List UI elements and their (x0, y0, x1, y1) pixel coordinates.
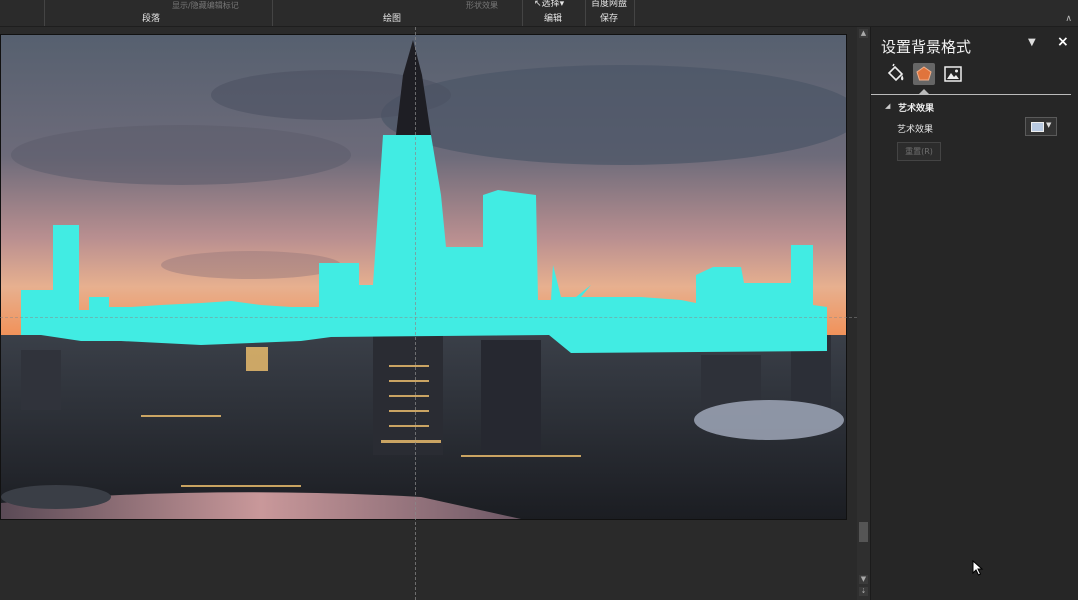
horizontal-guide (0, 317, 857, 318)
group-label-drawing: 绘图 (383, 14, 402, 24)
chevron-down-icon[interactable]: ▼ (1028, 37, 1036, 48)
plaza (1, 485, 111, 509)
select-button[interactable]: ↖选择▾ (534, 0, 564, 9)
group-divider (585, 0, 586, 26)
ribbon: 显示/隐藏编辑标记 形状效果 ↖选择▾ 百度网盘 段落 绘图 编辑 保存 ∧ (0, 0, 1078, 27)
cloud (11, 125, 351, 185)
tab-divider (871, 94, 1071, 95)
scroll-up-icon[interactable]: ▲ (859, 29, 868, 38)
collapse-ribbon-icon[interactable]: ∧ (1065, 14, 1072, 24)
stadium (694, 400, 844, 440)
art-effects-label: 艺术效果 (897, 125, 934, 135)
vertical-scrollbar[interactable]: ▲ ▼ ⇣ (857, 27, 870, 600)
building (481, 340, 541, 450)
group-divider (44, 0, 45, 26)
art-effect-preview-icon (1031, 122, 1044, 132)
scroll-down-icon[interactable]: ▼ (859, 575, 868, 584)
group-divider (634, 0, 635, 26)
collapse-caret-icon[interactable]: ◢ (885, 102, 890, 110)
art-effects-dropdown[interactable]: ▼ (1025, 117, 1057, 136)
show-hide-marks-button[interactable]: 显示/隐藏编辑标记 (172, 0, 239, 11)
pentagon-icon[interactable] (913, 63, 935, 85)
format-background-panel: 设置背景格式 ▼ × ◢ 艺术效果 艺术效果 ▼ 重置(R) (870, 27, 1078, 600)
cloud (161, 251, 341, 279)
close-icon[interactable]: × (1057, 34, 1069, 50)
group-label-editing: 编辑 (544, 14, 563, 24)
chevron-down-icon: ▼ (1046, 121, 1052, 129)
reset-button[interactable]: 重置(R) (897, 142, 941, 161)
cloud (381, 65, 846, 165)
slide-canvas[interactable] (0, 27, 857, 600)
scrollbar-thumb[interactable] (859, 522, 868, 542)
group-label-save: 保存 (600, 14, 619, 24)
paint-bucket-icon[interactable] (885, 63, 907, 85)
background-photo (1, 35, 846, 519)
shape-effects-button[interactable]: 形状效果 (466, 0, 498, 11)
baidu-save-button[interactable]: 百度网盘 (591, 0, 627, 9)
next-slide-icon[interactable]: ⇣ (859, 587, 868, 596)
slide[interactable] (0, 34, 847, 520)
group-label-paragraph: 段落 (142, 14, 161, 24)
vertical-guide (415, 27, 416, 600)
group-divider (272, 0, 273, 26)
group-divider (522, 0, 523, 26)
mouse-cursor-icon (972, 559, 984, 580)
picture-icon[interactable] (942, 63, 964, 85)
panel-title: 设置背景格式 (881, 38, 972, 56)
section-header-art-effects[interactable]: 艺术效果 (898, 101, 934, 114)
building (21, 350, 61, 410)
